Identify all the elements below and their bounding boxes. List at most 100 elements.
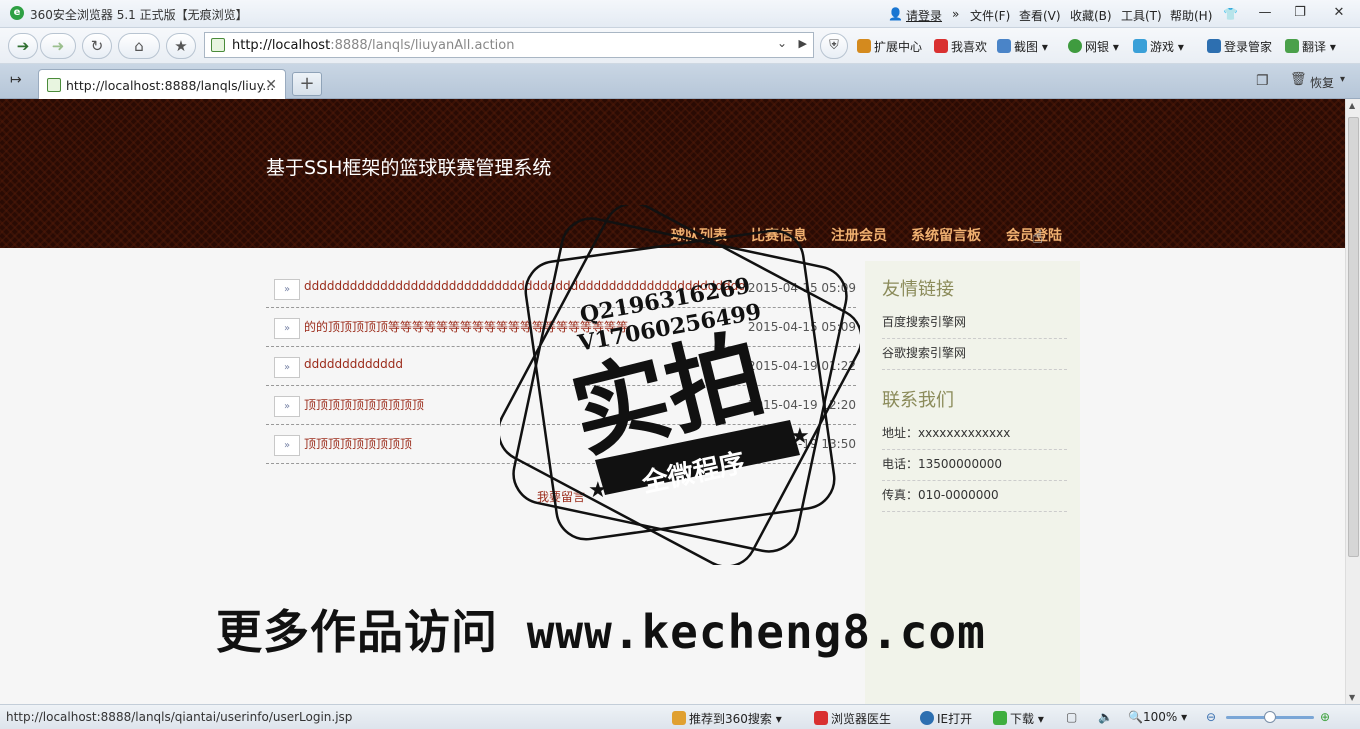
hand-cursor-icon: ☝ (1032, 227, 1043, 248)
address-url[interactable]: http://localhost:8888/lanqls/liuyanAll.a… (232, 38, 515, 53)
go-icon[interactable]: ▶ (799, 37, 807, 50)
double-chevron-icon: » (952, 7, 960, 21)
nav-message-board[interactable]: 系统留言板 (911, 225, 981, 245)
login-link[interactable]: 请登录 (906, 7, 942, 24)
contact-heading: 联系我们 (882, 390, 954, 411)
status-ie-open[interactable]: IE打开 (920, 710, 972, 727)
toolbar-login-manager[interactable]: 登录管家 (1207, 38, 1272, 55)
status-url: http://localhost:8888/lanqls/qiantai/use… (6, 710, 353, 724)
url-path: :8888/lanqls/liuyanAll.action (330, 38, 515, 53)
ie-icon (920, 711, 934, 725)
trash-icon[interactable]: 🗑 (1290, 72, 1307, 87)
status-recommend-label: 推荐到360搜索 (689, 712, 772, 726)
toolbar-translate[interactable]: 翻译 ▾ (1285, 38, 1336, 55)
bullet-icon: » (274, 396, 300, 417)
speaker-icon[interactable]: 🔈 (1098, 710, 1113, 724)
watermark-footer: 更多作品访问 www.kecheng8.com (216, 596, 986, 662)
url-host: http://localhost (232, 38, 331, 53)
star-icon: ★ (790, 424, 810, 449)
window-title: 360安全浏览器 5.1 正式版【无痕浏览】 (30, 8, 248, 22)
browser-logo-icon: e (10, 6, 24, 20)
tab-page-icon (47, 78, 61, 92)
contact-phone: 电话：13500000000 (882, 455, 1067, 481)
menu-favorites[interactable]: 收藏(B) (1070, 7, 1112, 24)
refresh-button[interactable]: ↻ (82, 33, 112, 59)
window-layout-icon[interactable]: ❐ (1256, 73, 1269, 89)
scrollbar-thumb[interactable] (1348, 117, 1359, 557)
zoom-slider-handle[interactable] (1264, 711, 1276, 723)
medical-cross-icon (814, 711, 828, 725)
zoom-in-icon[interactable]: ⊕ (1320, 710, 1330, 724)
scroll-down-icon[interactable]: ▼ (1349, 693, 1355, 702)
watermark-stamp: Q2196316269 V17060256499 实拍 全微程序 ★ ★ (500, 205, 860, 565)
star-icon: ★ (588, 478, 608, 503)
status-download-label: 下载 (1010, 712, 1035, 726)
back-button[interactable]: ➔ (8, 33, 38, 59)
skin-icon[interactable]: 👕 (1223, 7, 1238, 21)
games-icon (1133, 39, 1147, 53)
bullet-icon: » (274, 318, 300, 339)
tab-close-icon[interactable]: ✕ (265, 77, 277, 93)
translate-icon (1285, 39, 1299, 53)
watermark-footer-url: www.kecheng8.com (526, 605, 986, 659)
close-window-button[interactable]: ✕ (1326, 4, 1352, 22)
menu-tools[interactable]: 工具(T) (1121, 7, 1162, 24)
title-bar: e 360安全浏览器 5.1 正式版【无痕浏览】 👤 请登录 » 文件(F) 查… (0, 0, 1360, 28)
site-title: 基于SSH框架的篮球联赛管理系统 (266, 157, 552, 179)
status-ie-open-label: IE打开 (937, 712, 973, 726)
bank-icon (1068, 39, 1082, 53)
zoom-control[interactable]: 🔍100% ▾ (1128, 710, 1187, 724)
menu-help[interactable]: 帮助(H) (1170, 7, 1212, 24)
bullet-icon: » (274, 279, 300, 300)
toolbar-extensions-label: 扩展中心 (874, 40, 923, 54)
zoom-out-icon[interactable]: ⊖ (1206, 710, 1216, 724)
contact-address: 地址：xxxxxxxxxxxxx (882, 424, 1067, 450)
vertical-scrollbar[interactable]: ▲ ▼ (1345, 99, 1360, 704)
toolbar-login-manager-label: 登录管家 (1224, 40, 1273, 54)
watermark-footer-cn: 更多作品访问 (216, 605, 498, 659)
page-icon (211, 38, 225, 52)
restore-tabs-label[interactable]: 恢复 (1310, 74, 1334, 91)
toolbar-banking-label: 网银 (1085, 40, 1110, 54)
home-button[interactable]: ⌂ (118, 33, 160, 59)
friend-link-baidu[interactable]: 百度搜索引擎网 (882, 313, 1067, 339)
extensions-icon (857, 39, 871, 53)
status-doctor-label: 浏览器医生 (831, 712, 892, 726)
sidebar-toggle-icon[interactable]: ↦ (10, 72, 22, 88)
menu-file[interactable]: 文件(F) (970, 7, 1010, 24)
user-icon[interactable]: 👤 (888, 7, 903, 21)
navigation-toolbar: ➔ ➜ ↻ ⌂ ★ http://localhost:8888/lanqls/l… (0, 28, 1360, 64)
tab-bar: ↦ http://localhost:8888/lanqls/liuy... ✕… (0, 64, 1360, 99)
address-bar[interactable]: http://localhost:8888/lanqls/liuyanAll.a… (204, 32, 814, 58)
scroll-up-icon[interactable]: ▲ (1349, 101, 1355, 110)
thumbs-up-icon (672, 711, 686, 725)
zoom-slider[interactable] (1226, 711, 1314, 723)
download-arrow-icon (993, 711, 1007, 725)
key-icon (1207, 39, 1221, 53)
status-recommend[interactable]: 推荐到360搜索 ▾ (672, 710, 782, 727)
menu-view[interactable]: 查看(V) (1019, 7, 1061, 24)
favorite-star-button[interactable]: ★ (166, 33, 196, 59)
toolbar-screenshot[interactable]: 截图 ▾ (997, 38, 1048, 55)
forward-button[interactable]: ➜ (40, 33, 76, 59)
shield-icon[interactable]: ⛨ (820, 33, 848, 59)
toolbar-translate-label: 翻译 (1302, 40, 1327, 54)
window-icon[interactable]: ▢ (1066, 710, 1077, 724)
status-download[interactable]: 下载 ▾ (993, 710, 1044, 727)
new-tab-button[interactable]: + (292, 72, 322, 96)
status-doctor[interactable]: 浏览器医生 (814, 710, 891, 727)
contact-fax: 传真：010-0000000 (882, 486, 1067, 512)
links-heading: 友情链接 (882, 279, 954, 300)
screenshot-icon (997, 39, 1011, 53)
tab-current[interactable]: http://localhost:8888/lanqls/liuy... ✕ (38, 69, 286, 99)
restore-button[interactable]: ❐ (1287, 4, 1313, 22)
toolbar-favorites[interactable]: 我喜欢 (934, 38, 987, 55)
toolbar-extensions[interactable]: 扩展中心 (857, 38, 922, 55)
toolbar-banking[interactable]: 网银 ▾ (1068, 38, 1119, 55)
friend-link-google[interactable]: 谷歌搜索引擎网 (882, 344, 1067, 370)
restore-dropdown-icon[interactable]: ▾ (1340, 74, 1345, 85)
heart-icon (934, 39, 948, 53)
toolbar-games[interactable]: 游戏 ▾ (1133, 38, 1184, 55)
dropdown-icon[interactable]: ⌄ (777, 36, 787, 50)
minimize-button[interactable]: — (1252, 4, 1278, 22)
